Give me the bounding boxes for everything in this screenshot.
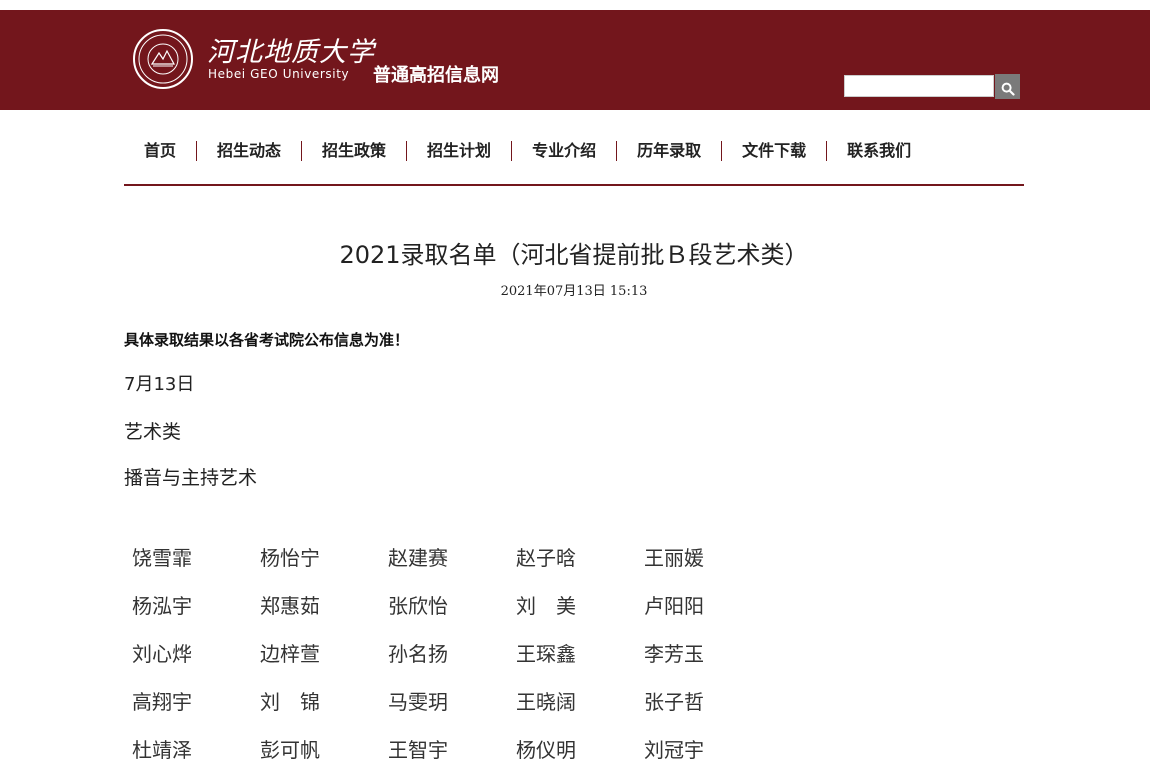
table-cell: 杨仪明: [516, 737, 576, 762]
admitted-names-table: 饶雪霏 杨怡宁 赵建赛 赵子晗 王丽媛 杨泓宇 郑惠茹 张欣怡 刘 美 卢阳阳 …: [124, 532, 764, 772]
table-cell: 杜靖泽: [132, 737, 192, 762]
nav-divider-line: [124, 184, 1024, 186]
table-cell: 杨怡宁: [260, 545, 320, 570]
site-name: 普通高招信息网: [373, 65, 499, 86]
major-heading: 播音与主持艺术: [124, 467, 258, 489]
table-cell: 杨泓宇: [132, 593, 192, 618]
table-cell: 马雯玥: [388, 689, 448, 714]
table-cell: 李芳玉: [644, 641, 704, 666]
nav-past-admissions[interactable]: 历年录取: [617, 140, 721, 162]
table-cell: 赵子晗: [516, 545, 576, 570]
table-row: 杨泓宇 郑惠茹 张欣怡 刘 美 卢阳阳: [124, 580, 764, 628]
nav-downloads[interactable]: 文件下载: [722, 140, 826, 162]
table-cell: 彭可帆: [260, 737, 320, 762]
nav-home[interactable]: 首页: [124, 140, 196, 162]
nav-admission-plan[interactable]: 招生计划: [407, 140, 511, 162]
table-cell: 刘 锦: [260, 689, 320, 714]
nav-contact[interactable]: 联系我们: [827, 140, 931, 162]
category-heading: 艺术类: [124, 421, 182, 443]
table-row: 饶雪霏 杨怡宁 赵建赛 赵子晗 王丽媛: [124, 532, 764, 580]
table-cell: 赵建赛: [388, 545, 448, 570]
table-cell: 王琛鑫: [516, 641, 576, 666]
table-cell: 孙名扬: [388, 641, 448, 666]
nav-admission-news[interactable]: 招生动态: [197, 140, 301, 162]
table-cell: 刘 美: [516, 593, 576, 618]
table-cell: 高翔宇: [132, 689, 192, 714]
university-seal-icon[interactable]: [133, 29, 193, 89]
table-cell: 王智宇: [388, 737, 448, 762]
date-heading: 7月13日: [124, 374, 195, 395]
search-input[interactable]: [844, 75, 994, 97]
table-row: 高翔宇 刘 锦 马雯玥 王晓阔 张子哲: [124, 676, 764, 724]
nav-majors[interactable]: 专业介绍: [512, 140, 616, 162]
table-cell: 王丽媛: [644, 545, 704, 570]
table-cell: 郑惠茹: [260, 593, 320, 618]
article-notice: 具体录取结果以各省考试院公布信息为准！: [124, 331, 410, 349]
table-cell: 王晓阔: [516, 689, 576, 714]
article-date: 2021年07月13日 15:13: [500, 284, 648, 299]
table-cell: 边梓萱: [260, 641, 320, 666]
table-cell: 张子哲: [644, 689, 704, 714]
search-icon: [1001, 82, 1015, 96]
seal-emblem-icon: [138, 34, 188, 84]
table-cell: 刘冠宇: [644, 737, 704, 762]
table-cell: 饶雪霏: [132, 545, 192, 570]
table-row: 刘心烨 边梓萱 孙名扬 王琛鑫 李芳玉: [124, 628, 764, 676]
table-cell: 卢阳阳: [644, 593, 704, 618]
logo-chinese-name[interactable]: 河北地质大学: [207, 38, 375, 68]
site-header: 河北地质大学 Hebei GEO University 普通高招信息网: [0, 10, 1150, 110]
search-button[interactable]: [995, 74, 1020, 99]
main-nav: 首页 招生动态 招生政策 招生计划 专业介绍 历年录取 文件下载 联系我们: [124, 132, 1024, 170]
nav-admission-policy[interactable]: 招生政策: [302, 140, 406, 162]
table-cell: 刘心烨: [132, 641, 192, 666]
table-cell: 张欣怡: [388, 593, 448, 618]
top-strip: [0, 0, 1150, 10]
article-title: 2021录取名单（河北省提前批Ｂ段艺术类）: [339, 241, 809, 269]
logo-english-name[interactable]: Hebei GEO University: [208, 67, 349, 81]
table-row: 杜靖泽 彭可帆 王智宇 杨仪明 刘冠宇: [124, 724, 764, 772]
